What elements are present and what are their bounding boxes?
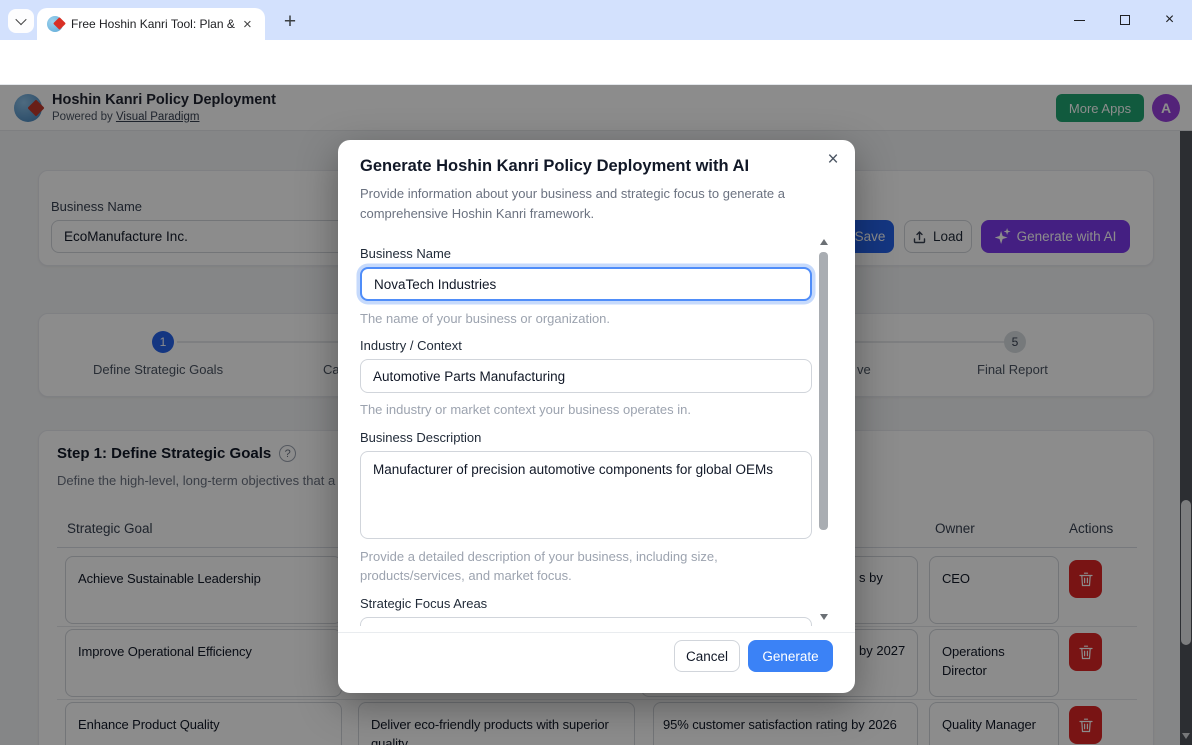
dialog-scroll-up-icon[interactable] xyxy=(820,239,828,245)
industry-input[interactable] xyxy=(360,359,812,393)
description-textarea[interactable]: Manufacturer of precision automotive com… xyxy=(360,451,812,539)
window-maximize-button[interactable] xyxy=(1102,0,1147,40)
business-name-label: Business Name xyxy=(360,246,452,261)
focus-areas-label: Strategic Focus Areas xyxy=(360,596,488,611)
browser-window: Free Hoshin Kanri Tool: Plan & E × + × ←… xyxy=(0,0,1192,745)
browser-toolbar: ← → ↻ ai-toolbox.visual-paradigm.com/app… xyxy=(0,40,1192,118)
dialog-scrollbar-thumb[interactable] xyxy=(819,252,828,530)
business-name-helper: The name of your business or organizatio… xyxy=(360,311,611,326)
site-favicon-icon xyxy=(47,16,66,32)
dialog-footer-divider xyxy=(338,632,855,633)
industry-helper: The industry or market context your busi… xyxy=(360,402,691,417)
new-tab-button[interactable]: + xyxy=(276,8,304,36)
tab-close-icon[interactable]: × xyxy=(243,17,252,32)
description-label: Business Description xyxy=(360,430,482,445)
description-helper: Provide a detailed description of your b… xyxy=(360,549,718,583)
maximize-icon xyxy=(1119,15,1130,25)
dialog-subtitle: Provide information about your business … xyxy=(360,186,785,221)
tab-title: Free Hoshin Kanri Tool: Plan & E xyxy=(71,17,239,31)
window-minimize-button[interactable] xyxy=(1057,0,1102,40)
business-name-input[interactable] xyxy=(360,267,812,301)
dialog-scroll-down-icon[interactable] xyxy=(820,614,828,620)
cancel-button[interactable]: Cancel xyxy=(674,640,740,672)
dialog-close-icon[interactable]: × xyxy=(822,149,844,171)
minimize-icon xyxy=(1074,19,1085,21)
generate-ai-dialog: Generate Hoshin Kanri Policy Deployment … xyxy=(338,140,855,693)
industry-label: Industry / Context xyxy=(360,338,462,353)
tab-search-button[interactable] xyxy=(8,9,34,33)
window-close-button[interactable]: × xyxy=(1147,0,1192,40)
browser-tab[interactable]: Free Hoshin Kanri Tool: Plan & E × xyxy=(37,8,265,40)
focus-areas-input-partial[interactable] xyxy=(360,617,812,626)
generate-button[interactable]: Generate xyxy=(748,640,833,672)
chevron-down-icon xyxy=(15,13,27,26)
browser-titlebar: Free Hoshin Kanri Tool: Plan & E × + × xyxy=(0,0,1192,40)
dialog-title: Generate Hoshin Kanri Policy Deployment … xyxy=(360,157,750,175)
